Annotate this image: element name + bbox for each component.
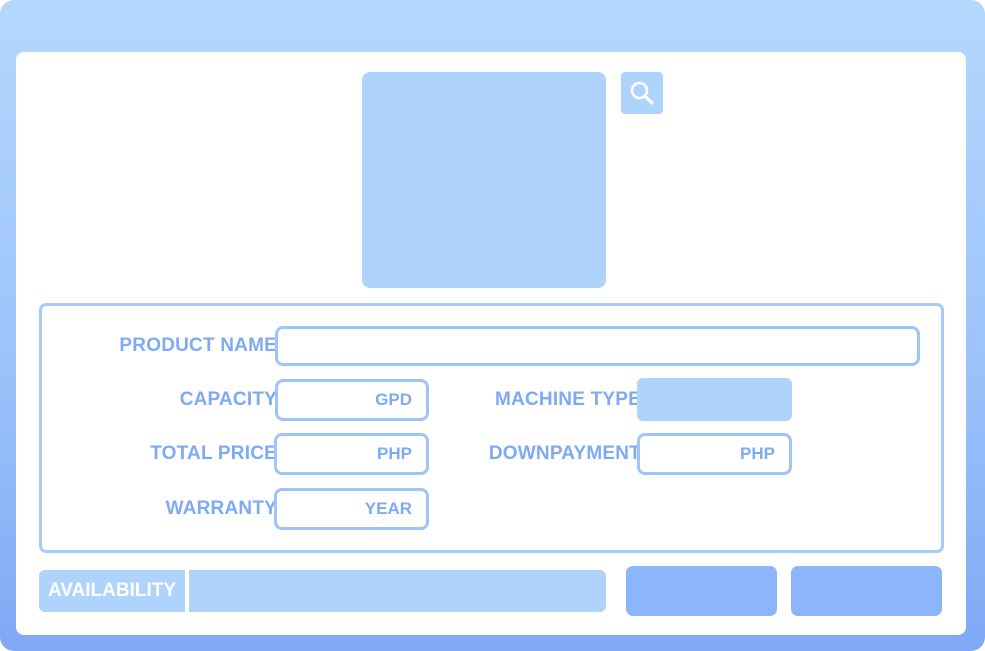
warranty-label: WARRANTY [165,498,277,519]
capacity-label: CAPACITY [179,389,277,410]
downpayment-input[interactable]: PHP [637,433,792,475]
capacity-unit: GPD [375,390,412,409]
product-name-input[interactable] [275,326,920,366]
total-price-input[interactable]: PHP [274,433,429,475]
product-name-label: PRODUCT NAME [119,335,277,356]
search-button[interactable] [621,72,663,114]
availability-label: AVAILABILITY [39,570,185,612]
product-image-placeholder [362,72,606,288]
machine-type-select[interactable] [637,378,792,421]
warranty-unit: YEAR [364,499,412,518]
total-price-unit: PHP [377,444,412,463]
capacity-input[interactable]: GPD [275,379,429,421]
warranty-input[interactable]: YEAR [274,488,429,530]
action-button-2[interactable] [791,566,942,616]
product-details-form: PRODUCT NAME CAPACITY GPD MACHINE TYPE T… [39,303,944,553]
total-price-label: TOTAL PRICE [150,443,277,464]
action-button-1[interactable] [626,566,777,616]
app-window: PRODUCT NAME CAPACITY GPD MACHINE TYPE T… [0,0,985,651]
main-panel: PRODUCT NAME CAPACITY GPD MACHINE TYPE T… [16,52,966,635]
search-icon [630,81,654,105]
downpayment-label: DOWNPAYMENT [488,443,641,464]
downpayment-unit: PHP [740,444,775,463]
availability-field[interactable] [189,570,606,612]
machine-type-label: MACHINE TYPE [495,389,641,410]
